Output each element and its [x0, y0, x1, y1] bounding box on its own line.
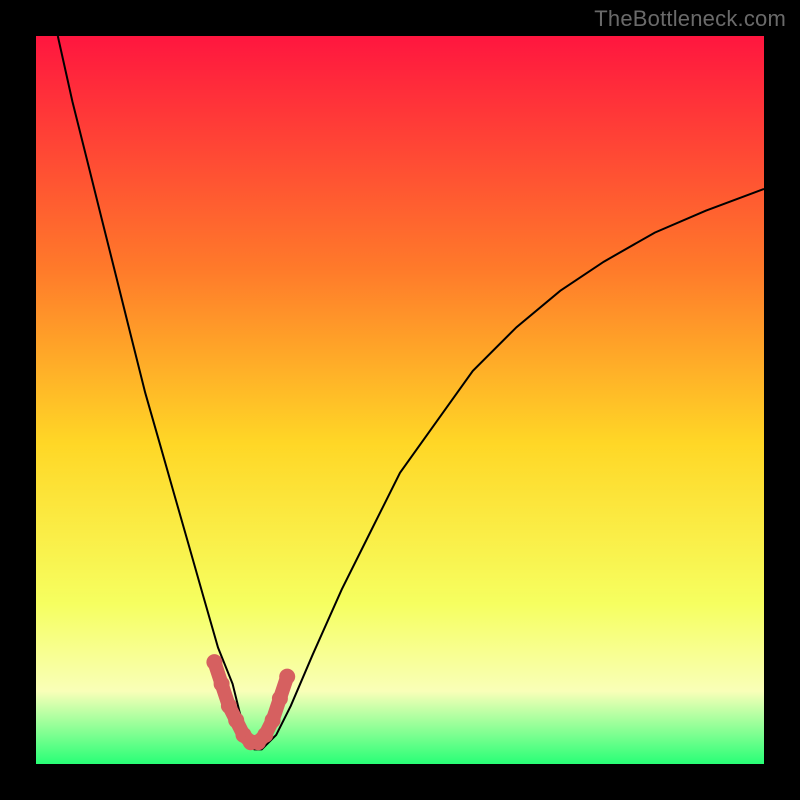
gradient-background: [36, 36, 764, 764]
highlight-dot: [221, 698, 237, 714]
highlight-dot: [279, 669, 295, 685]
highlight-dot: [214, 676, 230, 692]
plot-area: [36, 36, 764, 764]
highlight-dot: [206, 654, 222, 670]
highlight-dot: [228, 712, 244, 728]
plot-svg: [36, 36, 764, 764]
chart-frame: TheBottleneck.com: [0, 0, 800, 800]
watermark-label: TheBottleneck.com: [594, 6, 786, 32]
highlight-dot: [272, 691, 288, 707]
highlight-dot: [265, 712, 281, 728]
highlight-dot: [257, 727, 273, 743]
